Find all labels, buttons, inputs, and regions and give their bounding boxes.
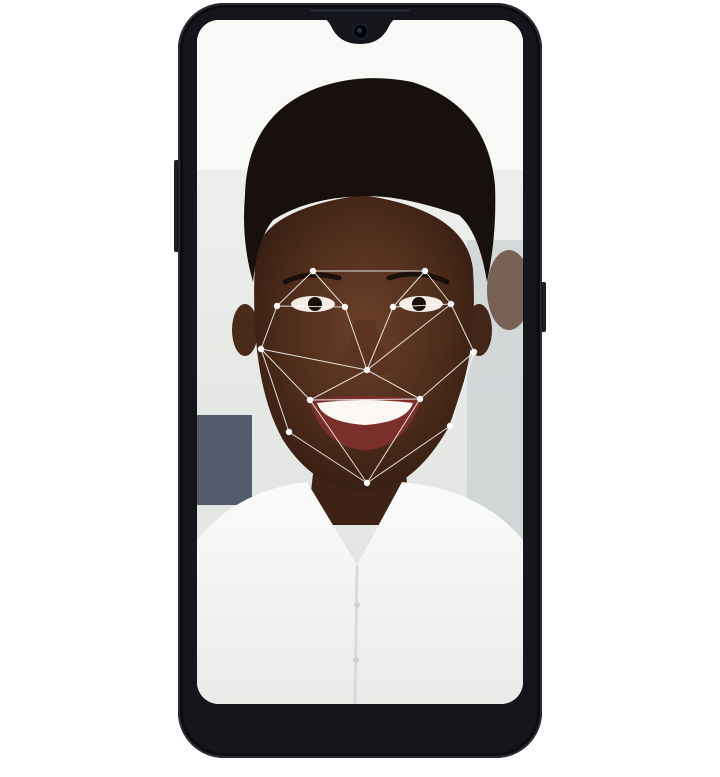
left-ear	[232, 304, 258, 356]
earpiece-speaker	[310, 9, 410, 12]
front-camera-icon	[352, 23, 369, 40]
right-iris	[412, 297, 426, 311]
phone-screen	[197, 20, 523, 704]
shirt-button	[353, 657, 359, 663]
background-blur-dark	[197, 415, 252, 505]
power-button[interactable]	[541, 282, 546, 332]
shirt-button	[354, 602, 360, 608]
left-iris	[308, 297, 322, 311]
volume-button[interactable]	[174, 160, 179, 252]
face-recognition-photo	[197, 20, 523, 704]
shirt-placket	[353, 564, 359, 704]
